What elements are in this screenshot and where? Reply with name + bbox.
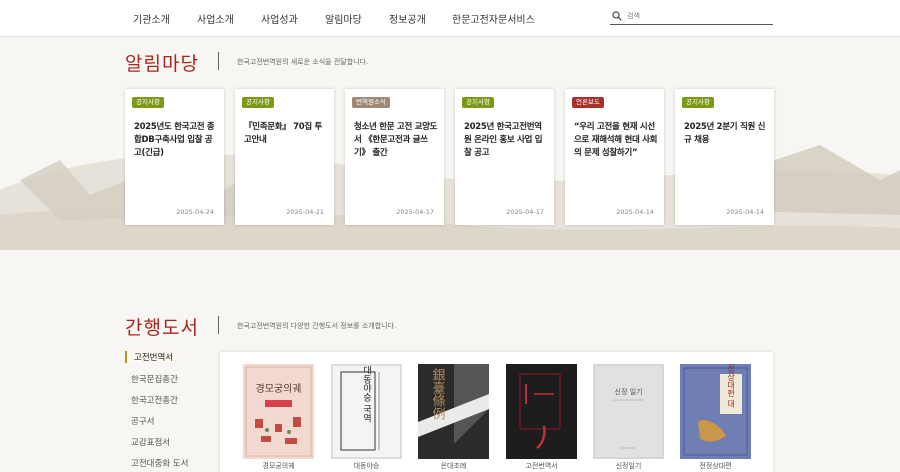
- category-gojeon-chonggan[interactable]: 한국고전총간: [131, 394, 178, 406]
- book-cover-image: 신정 일기: [593, 364, 664, 459]
- book-cover-image: 대동야승 국역: [331, 364, 402, 459]
- nav-item-about[interactable]: 기관소개: [133, 11, 170, 26]
- category-badge: 공지사항: [462, 97, 494, 108]
- notice-date: 2025-04-21: [286, 208, 324, 216]
- category-reference-books[interactable]: 공구서: [131, 415, 154, 427]
- book-cover-text: 신정 일기: [615, 387, 643, 396]
- notice-card[interactable]: 언론보도 “우리 고전을 현재 시선으로 재해석해 현대 사회의 문제 성찰하기…: [565, 89, 664, 225]
- notice-date: 2025-04-24: [176, 208, 214, 216]
- book-cover[interactable]: 전정상대편 대: [680, 364, 751, 459]
- notice-title: 2025년 한국고전번역원 온라인 홍보 사업 입찰 공고: [464, 122, 543, 158]
- nav-item-notice[interactable]: 알림마당: [325, 11, 362, 26]
- category-badge: 공지사항: [682, 97, 714, 108]
- notice-title: 『민족문화』 70집 투고안내: [244, 122, 323, 145]
- category-collated-texts[interactable]: 교감표점서: [131, 436, 170, 448]
- nav-item-consulting[interactable]: 한문고전자문서비스: [452, 11, 535, 26]
- book-cover[interactable]: [506, 364, 577, 459]
- nav-item-achievements[interactable]: 사업성과: [261, 11, 298, 26]
- book-list-panel: 경모궁의궤 경모궁의궤 대동야승 국역 대동야승 銀臺條例 은대조례 고전번역서…: [220, 352, 773, 472]
- notice-section-title: 알림마당: [125, 53, 199, 75]
- book-cover-text: 전정상대편 대: [726, 364, 735, 408]
- category-badge: 공지사항: [242, 97, 274, 108]
- search-input[interactable]: [627, 9, 767, 23]
- book-cover-image: 전정상대편 대: [680, 364, 751, 459]
- category-popular-books[interactable]: 고전대중화 도서: [131, 457, 188, 469]
- book-cover-text: 경모궁의궤: [256, 382, 302, 395]
- search-icon[interactable]: [612, 11, 622, 21]
- book-title: 신정일기: [615, 462, 642, 470]
- books-section-description: 한국고전번역원의 다양한 간행도서 정보를 소개합니다.: [237, 322, 397, 330]
- book-cover[interactable]: 대동야승 국역: [331, 364, 402, 459]
- category-badge: 언론보도: [572, 97, 604, 108]
- book-title: 전정상대편: [699, 462, 732, 470]
- title-divider: [218, 316, 219, 334]
- category-badge: 번역원소식: [352, 97, 390, 108]
- search-box: [610, 9, 773, 25]
- notice-title: 2025년 2분기 직원 신규 채용: [684, 122, 766, 145]
- book-cover-image: [506, 364, 577, 459]
- book-cover-text: 銀臺條例: [430, 368, 446, 421]
- notice-title: 2025년도 한국고전 종합DB구축사업 입찰 공고(긴급): [134, 122, 215, 158]
- book-cover-text: 대동야승 국역: [361, 365, 371, 423]
- notice-card[interactable]: 공지사항 『민족문화』 70집 투고안내 2025-04-21: [235, 89, 334, 225]
- notice-card[interactable]: 공지사항 2025년 2분기 직원 신규 채용 2025-04-14: [675, 89, 774, 225]
- notice-date: 2025-04-17: [396, 208, 434, 216]
- notice-title: 청소년 한문 고전 교양도서 《한문고전과 글쓰기》 출간: [354, 122, 438, 158]
- top-navigation: 기관소개 사업소개 사업성과 알림마당 정보공개 한문고전자문서비스: [0, 0, 900, 37]
- book-title: 은대조례: [440, 462, 467, 470]
- nav-item-business[interactable]: 사업소개: [197, 11, 234, 26]
- notice-date: 2025-04-14: [616, 208, 654, 216]
- notice-card[interactable]: 공지사항 2025년 한국고전번역원 온라인 홍보 사업 입찰 공고 2025-…: [455, 89, 554, 225]
- book-cover-image: 경모궁의궤: [243, 364, 314, 459]
- notice-section-description: 한국고전번역원의 새로운 소식을 전달합니다.: [237, 58, 369, 66]
- book-title: 경모궁의궤: [262, 462, 295, 470]
- book-cover[interactable]: 신정 일기: [593, 364, 664, 459]
- book-cover[interactable]: 銀臺條例: [418, 364, 489, 459]
- notice-date: 2025-04-17: [506, 208, 544, 216]
- category-badge: 공지사항: [132, 97, 164, 108]
- book-title: 대동야승: [353, 462, 380, 470]
- book-title: 고전번역서: [525, 462, 558, 470]
- nav-item-disclosure[interactable]: 정보공개: [389, 11, 426, 26]
- book-cover-image: 銀臺條例: [418, 364, 489, 459]
- notice-card[interactable]: 공지사항 2025년도 한국고전 종합DB구축사업 입찰 공고(긴급) 2025…: [125, 89, 224, 225]
- notice-title: “우리 고전을 현재 시선으로 재해석해 현대 사회의 문제 성찰하기”: [574, 122, 658, 158]
- notice-card[interactable]: 번역원소식 청소년 한문 고전 교양도서 《한문고전과 글쓰기》 출간 2025…: [345, 89, 444, 225]
- book-cover[interactable]: 경모궁의궤: [243, 364, 314, 459]
- title-divider: [218, 52, 219, 70]
- category-translated-classics[interactable]: 고전번역서: [125, 351, 179, 363]
- books-section-title: 간행도서: [125, 317, 199, 339]
- notice-date: 2025-04-14: [726, 208, 764, 216]
- category-munjip-chonggan[interactable]: 한국문집총간: [131, 373, 178, 385]
